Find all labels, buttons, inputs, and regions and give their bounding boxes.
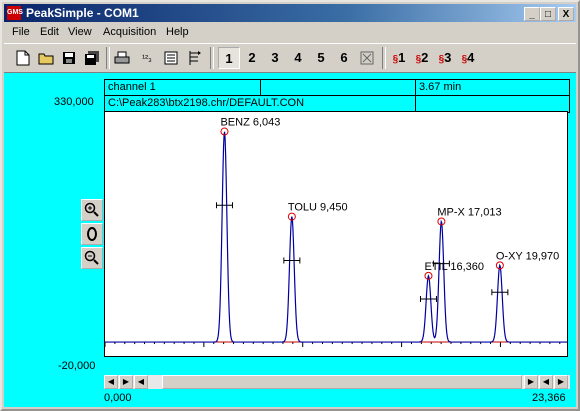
toolbar-separator: [210, 47, 214, 69]
menu-help[interactable]: Help: [166, 26, 189, 38]
multi-channel-2-label: 2: [421, 50, 429, 65]
chromatogram-trace: [105, 131, 567, 343]
scroll-left-icon[interactable]: ◀: [539, 375, 553, 389]
peak-label: O-XY 19,970: [496, 250, 559, 262]
x-max-label: 23,366: [532, 392, 566, 404]
multi-channel-1-button[interactable]: §1: [388, 47, 410, 69]
main-window: GMS PeakSimple - COM1 _ □ X File Edit Vi…: [0, 0, 580, 411]
open-folder-icon[interactable]: [35, 47, 57, 69]
peak-window-bar: [283, 257, 301, 264]
print-icon[interactable]: [111, 47, 133, 69]
save-icon[interactable]: [58, 47, 80, 69]
header-divider: [415, 96, 416, 112]
header-divider: [415, 80, 416, 95]
channel-4-button[interactable]: 4: [287, 47, 309, 69]
scroll-right-step-icon[interactable]: ▶: [119, 375, 133, 389]
menu-bar: File Edit View Acquisition Help: [4, 23, 576, 42]
peak-label: MP-X 17,013: [437, 206, 501, 218]
channel-5-button[interactable]: 5: [310, 47, 332, 69]
channel-label: channel 1: [108, 81, 156, 93]
header-row: [105, 80, 569, 96]
y-max-label: 330,000: [54, 96, 94, 108]
report-icon[interactable]: [184, 47, 206, 69]
peak-window-bar: [419, 296, 437, 303]
channel-6-button[interactable]: 6: [333, 47, 355, 69]
channel-header: channel 1 3.67 min C:\Peak283\btx2198.ch…: [104, 79, 570, 113]
multi-channel-3-button[interactable]: §3: [434, 47, 456, 69]
app-icon[interactable]: GMS: [7, 6, 23, 20]
scroll-thumb[interactable]: [162, 375, 522, 389]
new-file-icon[interactable]: [12, 47, 34, 69]
multi-channel-2-button[interactable]: §2: [411, 47, 433, 69]
menu-acquisition[interactable]: Acquisition: [103, 26, 156, 38]
maximize-button[interactable]: □: [540, 7, 556, 21]
overlay-icon[interactable]: [356, 47, 378, 69]
peak-window-bar: [215, 202, 233, 209]
save-all-icon[interactable]: [81, 47, 103, 69]
header-divider: [260, 80, 261, 95]
x-min-label: 0,000: [104, 392, 132, 404]
y-min-label: -20,000: [58, 360, 96, 372]
window-title: PeakSimple - COM1: [26, 6, 139, 20]
channel-2-button[interactable]: 2: [241, 47, 263, 69]
peak-label: BENZ 6,043: [220, 117, 280, 129]
multi-channel-4-label: 4: [467, 50, 475, 65]
multi-channel-4-button[interactable]: §4: [457, 47, 479, 69]
sort-icon[interactable]: ¹²₃: [136, 47, 158, 69]
file-path: C:\Peak283\btx2198.chr/DEFAULT.CON: [108, 97, 305, 109]
toolbar: ¹²₃ 1 2 3 4 5 6 §1 §2 §3 §4: [4, 43, 576, 73]
toolbar-separator: [382, 47, 386, 69]
menu-edit[interactable]: Edit: [40, 26, 59, 38]
peak-label: TOLU 9,450: [288, 202, 348, 214]
minimize-button[interactable]: _: [524, 7, 540, 21]
zoom-reset-icon[interactable]: [81, 223, 103, 245]
menu-view[interactable]: View: [68, 26, 92, 38]
chromatogram-svg: BENZ 6,043TOLU 9,450ETIL 16,360MP-X 17,0…: [104, 117, 567, 348]
chromatogram-panel: channel 1 3.67 min C:\Peak283\btx2198.ch…: [4, 73, 576, 407]
channel-3-button[interactable]: 3: [264, 47, 286, 69]
channel-1-button[interactable]: 1: [218, 47, 240, 69]
toolbar-separator: [106, 47, 110, 69]
zoom-in-icon[interactable]: [81, 199, 103, 221]
scroll-left-step-icon[interactable]: ◀: [134, 375, 148, 389]
multi-channel-1-label: 1: [398, 50, 406, 65]
scroll-left-end-icon[interactable]: ◀: [104, 375, 118, 389]
list-icon[interactable]: [160, 47, 182, 69]
menu-file[interactable]: File: [12, 26, 30, 38]
time-readout: 3.67 min: [419, 81, 462, 93]
title-bar[interactable]: GMS PeakSimple - COM1 _ □ X: [4, 4, 576, 22]
chromatogram-plot[interactable]: BENZ 6,043 TOLU 9,450 ETIL 16,360 MP-X 17,0…: [104, 111, 568, 357]
multi-channel-3-label: 3: [444, 50, 452, 65]
peak-window-bar: [491, 289, 509, 296]
scroll-right-end-icon[interactable]: ▶: [554, 375, 568, 389]
horizontal-scrollbar[interactable]: ◀ ▶ ◀ ▶ ◀ ▶: [104, 375, 570, 389]
zoom-out-icon[interactable]: [81, 247, 103, 269]
scroll-right-icon[interactable]: ▶: [524, 375, 538, 389]
close-button[interactable]: X: [558, 7, 574, 21]
